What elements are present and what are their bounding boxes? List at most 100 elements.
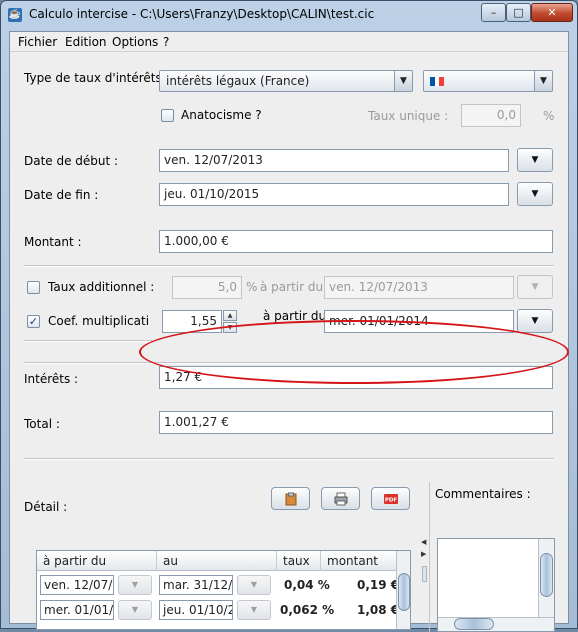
row-amount: 1,08 € [357, 603, 400, 617]
comments-textarea[interactable] [437, 538, 555, 632]
comments-vscroll[interactable] [538, 539, 554, 617]
split-pane-divider[interactable]: ◀ ▶ [421, 530, 429, 630]
column-header-rate[interactable]: taux [277, 551, 321, 571]
total-label: Total : [24, 417, 60, 431]
start-date-input[interactable]: ven. 12/07/2013 [159, 149, 509, 172]
row-amount: 0,19 € [357, 578, 400, 592]
single-rate-label: Taux unique : [368, 109, 449, 123]
additional-rate-date-button[interactable]: ▼ [517, 275, 553, 299]
additional-rate-label: Taux additionnel : [48, 280, 155, 294]
table-header: à partir du au taux montant [37, 551, 410, 571]
row-from-date[interactable]: mer. 01/01/2 [40, 600, 114, 620]
arrow-left-icon[interactable]: ◀ [421, 538, 426, 546]
separator [24, 265, 554, 267]
spin-down-button[interactable]: ▼ [223, 322, 237, 333]
menu-options[interactable]: Options [112, 35, 158, 49]
additional-rate-unit: % [246, 280, 258, 294]
multiplier-spinner: ▲ ▼ [223, 310, 237, 333]
clipboard-button[interactable] [271, 487, 310, 510]
interests-output: 1,27 € [159, 366, 553, 389]
column-header-from[interactable]: à partir du [37, 551, 157, 571]
detail-label: Détail : [24, 500, 68, 514]
table-scrollbar[interactable] [396, 551, 410, 629]
title-bar[interactable]: ☕ Calculo intercise - C:\Users\Franzy\De… [1, 1, 577, 29]
row-to-date-button[interactable]: ▼ [237, 575, 271, 595]
start-date-picker-button[interactable]: ▼ [517, 148, 553, 172]
chevron-down-icon: ▼ [531, 155, 539, 165]
pdf-icon-text: PDF [385, 498, 398, 504]
anatocisme-checkbox[interactable] [161, 109, 174, 122]
multiplier-from-label: à partir du [263, 309, 327, 323]
scrollbar-thumb[interactable] [398, 573, 410, 611]
chevron-down-icon: ▼ [534, 71, 552, 91]
row-to-date-button[interactable]: ▼ [237, 600, 271, 620]
row-to-date[interactable]: mar. 31/12/2 [159, 575, 233, 595]
rate-type-select[interactable]: intérêts légaux (France) ▼ [159, 70, 413, 92]
start-date-label: Date de début : [24, 154, 119, 168]
rate-type-value: intérêts légaux (France) [166, 74, 310, 88]
additional-rate-input[interactable]: 5,0 [172, 276, 242, 299]
row-from-date[interactable]: ven. 12/07/2 [40, 575, 114, 595]
total-output: 1.001,27 € [159, 411, 553, 434]
separator [24, 340, 152, 342]
pdf-export-button[interactable]: PDF [371, 487, 410, 510]
chevron-down-icon: ▼ [531, 189, 539, 199]
column-header-to[interactable]: au [157, 551, 277, 571]
window-body: Fichier Edition Options ? Type de taux d… [9, 31, 569, 632]
anatocisme-label: Anatocisme ? [181, 108, 262, 122]
multiplier-label: Coef. multiplicati [48, 314, 150, 328]
column-header-amount[interactable]: montant [321, 551, 397, 571]
scrollbar-thumb[interactable] [454, 618, 494, 630]
row-rate: 0,062 % [280, 603, 335, 617]
menu-fichier[interactable]: Fichier [18, 35, 57, 49]
minimize-button[interactable]: – [481, 3, 506, 22]
end-date-picker-button[interactable]: ▼ [517, 182, 553, 206]
chevron-down-icon: ▼ [531, 282, 539, 292]
comments-label: Commentaires : [435, 487, 531, 501]
flag-stripe-red [439, 77, 444, 86]
end-date-input[interactable]: jeu. 01/10/2015 [159, 183, 509, 206]
menu-help[interactable]: ? [163, 35, 169, 49]
additional-rate-checkbox[interactable] [27, 281, 40, 294]
app-window: ☕ Calculo intercise - C:\Users\Franzy\De… [0, 0, 578, 632]
amount-label: Montant : [24, 235, 82, 249]
main-panel: Type de taux d'intérêts : intérêts légau… [12, 54, 569, 632]
menu-edition[interactable]: Edition [65, 35, 107, 49]
row-from-date-button[interactable]: ▼ [118, 575, 152, 595]
close-button[interactable]: ✕ [531, 3, 573, 22]
single-rate-input[interactable]: 0,0 [461, 104, 521, 127]
maximize-button[interactable]: □ [506, 3, 531, 22]
clipboard-icon [285, 492, 297, 506]
separator [24, 458, 554, 460]
rate-type-label: Type de taux d'intérêts : [24, 71, 170, 85]
printer-icon [334, 492, 348, 506]
scrollbar-thumb[interactable] [540, 553, 553, 597]
row-rate: 0,04 % [284, 578, 330, 592]
window-title: Calculo intercise - C:\Users\Franzy\Desk… [29, 7, 375, 21]
amount-input[interactable]: 1.000,00 € [159, 230, 553, 253]
additional-rate-from-date[interactable]: ven. 12/07/2013 [324, 276, 514, 299]
france-flag-icon [430, 74, 444, 86]
single-rate-unit: % [543, 109, 555, 123]
detail-table: à partir du au taux montant ven. 12/07/2… [36, 550, 411, 630]
row-from-date-button[interactable]: ▼ [118, 600, 152, 620]
chevron-down-icon: ▼ [394, 71, 412, 91]
multiplier-checkbox[interactable]: ✓ [27, 315, 40, 328]
end-date-label: Date de fin : [24, 188, 99, 202]
row-to-date[interactable]: jeu. 01/10/2( [159, 600, 233, 620]
multiplier-date-button[interactable]: ▼ [517, 309, 553, 333]
multiplier-from-date[interactable]: mer. 01/01/2014 [324, 310, 514, 333]
interests-label: Intérêts : [24, 372, 79, 386]
java-app-icon: ☕ [8, 8, 22, 22]
arrow-right-icon[interactable]: ▶ [421, 550, 426, 558]
chevron-down-icon: ▼ [531, 316, 539, 326]
divider-line [429, 482, 430, 632]
pdf-icon: PDF [384, 494, 398, 504]
multiplier-input[interactable]: 1,55 [162, 310, 222, 333]
spin-up-button[interactable]: ▲ [223, 310, 237, 321]
country-select[interactable]: ▼ [423, 70, 553, 92]
grip-icon [422, 566, 427, 582]
menu-bar: Fichier Edition Options ? [10, 32, 568, 52]
print-button[interactable] [321, 487, 360, 510]
additional-rate-from-label: à partir du [260, 280, 324, 294]
